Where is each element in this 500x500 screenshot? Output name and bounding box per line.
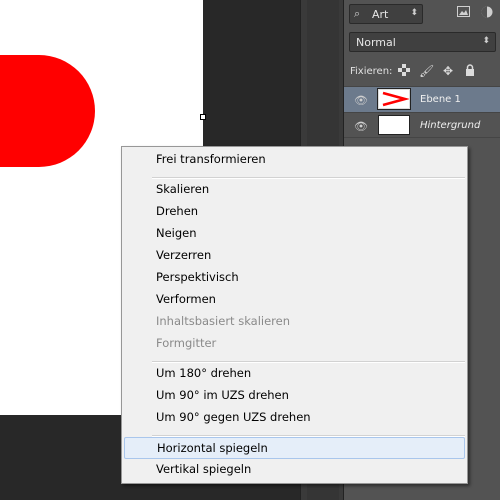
menu-item-perspective[interactable]: Perspektivisch: [124, 267, 465, 289]
blend-mode-select[interactable]: Normal ⬍: [349, 32, 496, 52]
menu-item-label: Formgitter: [156, 336, 217, 350]
red-brush-stroke: [0, 55, 95, 167]
menu-item-label: Vertikal spiegeln: [156, 462, 252, 476]
menu-item-rotate-180[interactable]: Um 180° drehen: [124, 363, 465, 385]
menu-item-skew[interactable]: Neigen: [124, 223, 465, 245]
menu-item-rotate[interactable]: Drehen: [124, 201, 465, 223]
menu-item-label: Um 90° gegen UZS drehen: [156, 410, 311, 424]
menu-item-label: Verzerren: [156, 248, 212, 262]
layer-kind-filter-label: Art: [372, 8, 389, 21]
updown-chevron-icon: ⬍: [482, 36, 490, 46]
image-filter-icon[interactable]: [456, 6, 470, 20]
menu-item-flip-horizontal[interactable]: Horizontal spiegeln: [124, 437, 465, 459]
menu-item-label: Perspektivisch: [156, 270, 239, 284]
menu-item-puppet-warp: Formgitter: [124, 333, 465, 355]
menu-item-label: Inhaltsbasiert skalieren: [156, 314, 291, 328]
lock-all-icon[interactable]: [463, 64, 477, 78]
search-icon: ⌕: [354, 7, 361, 20]
lock-transparency-icon[interactable]: [397, 64, 411, 78]
menu-item-label: Frei transformieren: [156, 152, 266, 166]
menu-item-label: Neigen: [156, 226, 197, 240]
transform-context-menu: Frei transformieren Skalieren Drehen Nei…: [121, 146, 468, 484]
menu-item-label: Horizontal spiegeln: [157, 441, 268, 455]
menu-item-label: Um 90° im UZS drehen: [156, 388, 289, 402]
menu-item-label: Drehen: [156, 204, 199, 218]
menu-item-content-aware-scale: Inhaltsbasiert skalieren: [124, 311, 465, 333]
transform-handle[interactable]: [200, 114, 206, 120]
layer-kind-filter[interactable]: ⌕ Art ⬍: [349, 4, 423, 24]
layer-name: Hintergrund: [420, 120, 481, 131]
menu-item-label: Um 180° drehen: [156, 366, 252, 380]
lock-label: Fixieren:: [350, 66, 393, 77]
blend-mode-value: Normal: [356, 36, 396, 49]
layer-name: Ebene 1: [420, 94, 461, 105]
menu-item-rotate-90-cw[interactable]: Um 90° im UZS drehen: [124, 385, 465, 407]
layer-thumbnail: [378, 89, 410, 109]
menu-item-scale[interactable]: Skalieren: [124, 179, 465, 201]
menu-item-label: Verformen: [156, 292, 216, 306]
eye-visibility-icon[interactable]: 👁: [354, 120, 368, 133]
lock-row: Fixieren: 🖌 ✥: [344, 60, 500, 84]
layer-thumbnail: [378, 115, 410, 135]
menu-item-warp[interactable]: Verformen: [124, 289, 465, 311]
adjustment-filter-icon[interactable]: [480, 6, 494, 20]
menu-item-label: Skalieren: [156, 182, 210, 196]
layer-row-ebene-1[interactable]: 👁 Ebene 1: [344, 86, 500, 112]
updown-chevron-icon: ⬍: [410, 8, 418, 18]
layer-row-hintergrund[interactable]: 👁 Hintergrund: [344, 112, 500, 138]
lock-pixels-brush-icon[interactable]: 🖌: [419, 64, 434, 78]
menu-item-rotate-90-ccw[interactable]: Um 90° gegen UZS drehen: [124, 407, 465, 429]
eye-visibility-icon[interactable]: 👁: [354, 94, 368, 107]
menu-item-distort[interactable]: Verzerren: [124, 245, 465, 267]
menu-item-flip-vertical[interactable]: Vertikal spiegeln: [124, 459, 465, 481]
menu-item-free-transform[interactable]: Frei transformieren: [124, 149, 465, 171]
lock-position-move-icon[interactable]: ✥: [441, 64, 455, 78]
